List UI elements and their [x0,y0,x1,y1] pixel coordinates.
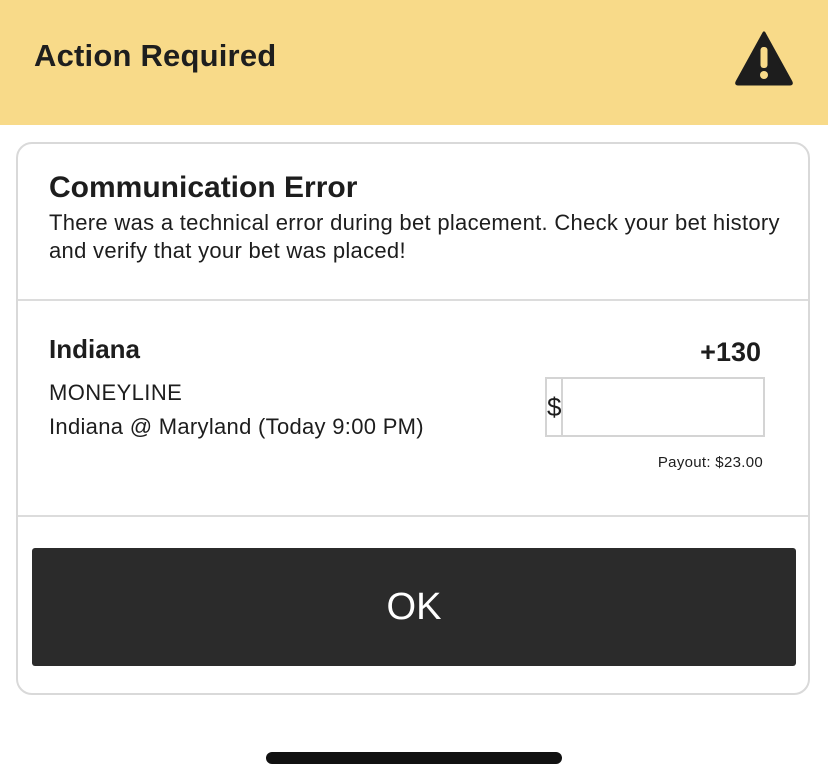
warning-icon [735,31,793,86]
home-indicator[interactable] [266,752,562,764]
action-required-header: Action Required [0,0,828,125]
divider [18,299,808,301]
bet-error-card: Communication Error There was a technica… [16,142,810,695]
payout-amount: Payout: $23.00 [657,454,763,471]
stake-input[interactable] [563,379,808,435]
stake-input-group: $ [545,377,808,437]
bet-odds: +130 [700,337,761,367]
bet-market-type: MONEYLINE [49,380,183,405]
currency-symbol: $ [547,379,564,435]
bet-event: Indiana @ Maryland (Today 9:00 PM) [49,414,424,439]
bet-selection-team: Indiana [49,334,141,364]
ok-button[interactable]: OK [32,548,796,666]
divider [18,515,808,517]
header-title: Action Required [34,38,277,73]
error-title: Communication Error [49,171,358,204]
error-message: There was a technical error during bet p… [49,210,780,263]
